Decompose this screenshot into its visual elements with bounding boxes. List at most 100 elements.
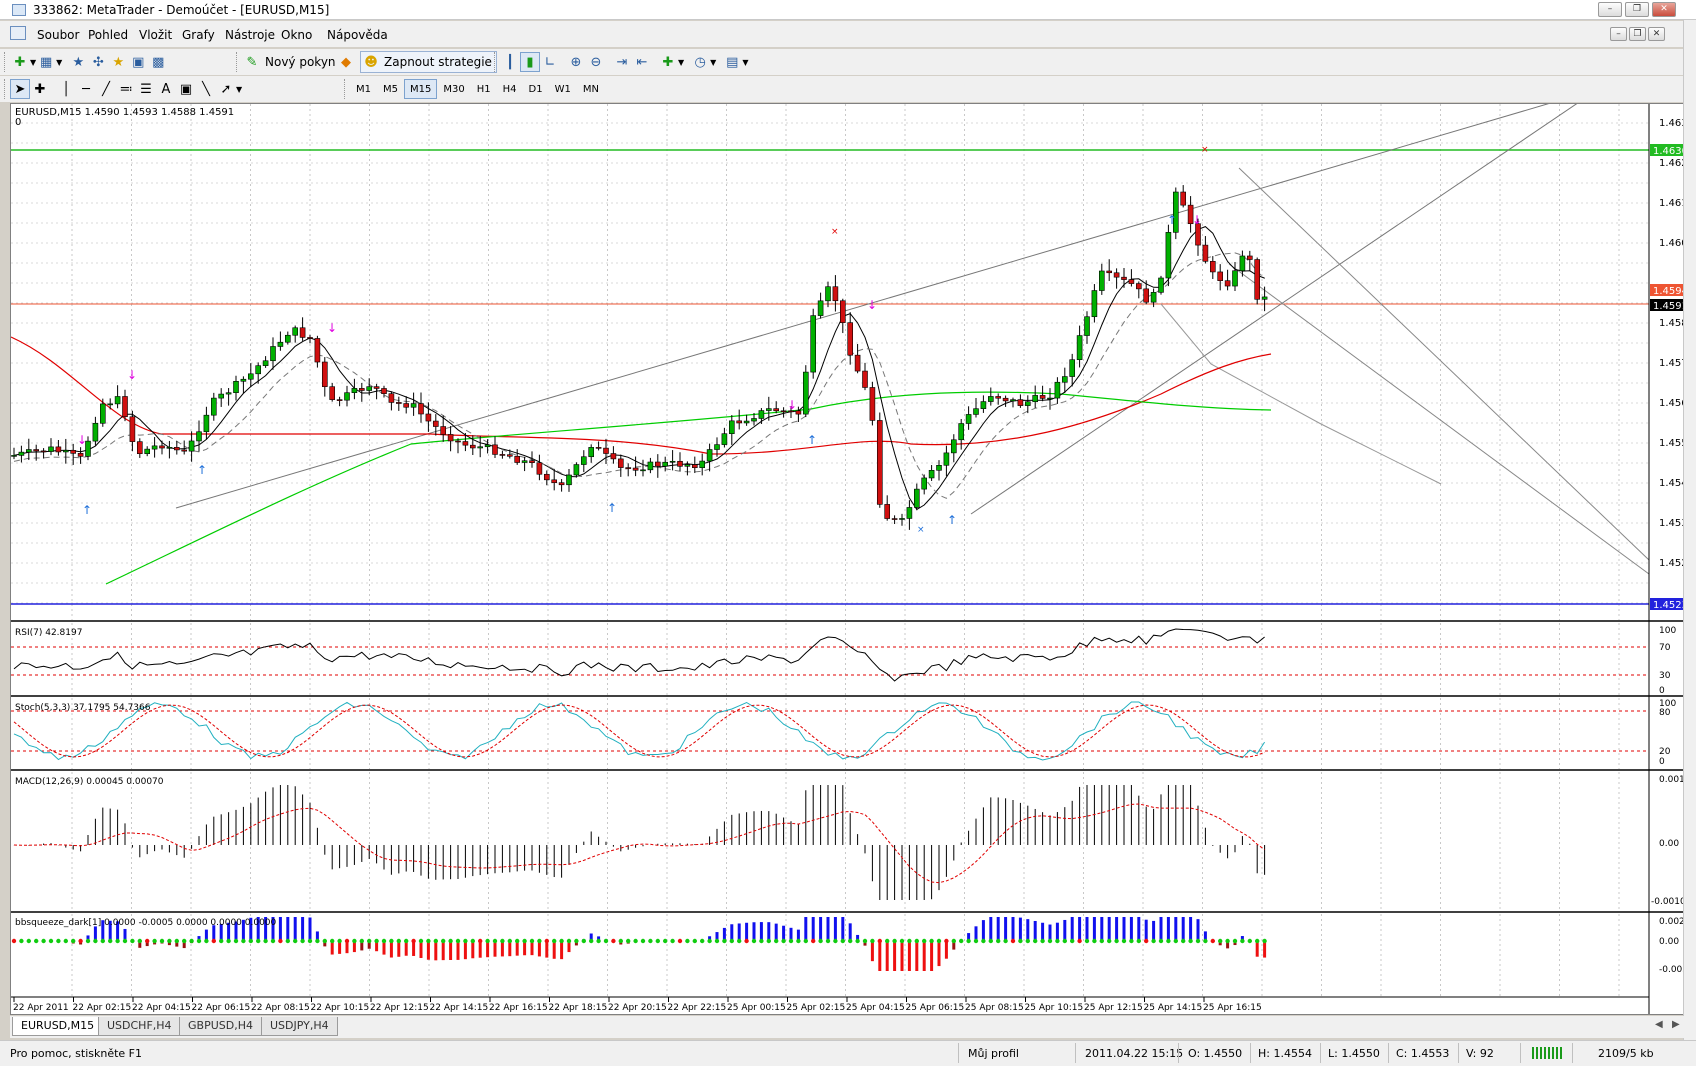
candle-body	[987, 396, 994, 402]
candle-body	[1254, 259, 1260, 300]
tf-h1[interactable]: H1	[471, 79, 497, 99]
bbsqueeze-dot	[1003, 938, 1008, 944]
menu-okno[interactable]: Okno	[281, 28, 312, 42]
candle-body	[1047, 397, 1053, 400]
bbs-level-zero: 0.00	[1659, 937, 1679, 947]
market-watch-icon[interactable]: ★	[68, 52, 88, 72]
tab-scroll-left-icon[interactable]: ◀	[1655, 1019, 1663, 1030]
candle-body	[1069, 359, 1075, 377]
tab-scroll-right-icon[interactable]: ▶	[1672, 1019, 1680, 1030]
bbsqueeze-dots	[11, 938, 1267, 944]
data-window-icon[interactable]: ✣	[88, 52, 108, 72]
tf-m30[interactable]: M30	[437, 79, 470, 99]
status-bar: Pro pomoc, stiskněte F1 Můj profil 2011.…	[0, 1040, 1696, 1066]
candle-body	[714, 444, 720, 450]
crosshair-icon[interactable]: ✚	[30, 79, 50, 99]
vertical-scrollbar[interactable]	[1683, 20, 1696, 1040]
close-icon[interactable]: ✕	[1652, 2, 1676, 17]
bbsqueeze-dot	[507, 938, 512, 944]
tab-usdchf-h4[interactable]: USDCHF,H4	[98, 1017, 181, 1036]
candle-body	[936, 465, 942, 471]
tf-m15[interactable]: M15	[404, 79, 438, 99]
indicators-icon[interactable]: ✚	[658, 52, 678, 72]
child-close-icon[interactable]: ✕	[1648, 27, 1665, 41]
menu-grafy[interactable]: Grafy	[182, 28, 215, 42]
standard-toolbar: ✚ ▼ ▦ ▼ ★ ✣ ★ ▣ ▩ ✎ Nový pokyn ◆ ☻ Zapnout…	[0, 49, 1696, 75]
window-title: 333862: MetaTrader - Demoúčet - [EURUSD,…	[33, 3, 330, 17]
toggle-strategies-button[interactable]: ☻ Zapnout strategie	[360, 51, 497, 73]
new-order-button[interactable]: ✎ Nový pokyn	[242, 51, 336, 73]
bbsqueeze-dot	[855, 938, 860, 944]
metaeditor-icon[interactable]: ◆	[336, 52, 356, 72]
tf-w1[interactable]: W1	[549, 79, 577, 99]
bbsqueeze-dot	[1188, 938, 1193, 944]
chart-canvas[interactable]: ↑ ↑ ↑ ↑ ↑ ↑ ↓ ↓ ↓ ↓ ↓ ↓ × × × EURUSD,M15 1.4590 1.4593…	[10, 93, 1694, 1014]
chart-shift-icon[interactable]: ⇤	[632, 52, 652, 72]
menu-soubor[interactable]: Soubor	[37, 28, 79, 42]
candle-body	[1210, 261, 1216, 273]
candle-body	[1150, 292, 1157, 303]
chart-window[interactable]: ↑ ↑ ↑ ↑ ↑ ↑ ↓ ↓ ↓ ↓ ↓ ↓ × × × EURUSD,M15 1.4590 1.4593…	[10, 93, 1694, 1015]
candle-body	[100, 403, 106, 424]
line-chart-icon[interactable]: ∟	[540, 52, 560, 72]
menu-nastroje[interactable]: Nástroje	[225, 28, 275, 42]
bbsqueeze-dot	[352, 938, 357, 944]
arrows-icon[interactable]: ➚	[216, 79, 236, 99]
auto-scroll-icon[interactable]: ⇥	[612, 52, 632, 72]
connection-indicator-icon[interactable]	[1532, 1047, 1562, 1059]
candle-body	[218, 393, 224, 399]
menu-napoveda[interactable]: Nápověda	[327, 28, 388, 42]
tf-d1[interactable]: D1	[523, 79, 549, 99]
candle-body	[1128, 279, 1135, 284]
zoom-in-icon[interactable]: ⊕	[566, 52, 586, 72]
equidistant-channel-icon[interactable]: ≕	[116, 79, 136, 99]
tf-h4[interactable]: H4	[497, 79, 523, 99]
candlestick-icon[interactable]: ▮	[520, 52, 540, 72]
new-chart-icon[interactable]: ✚	[10, 52, 30, 72]
horizontal-line-icon[interactable]: ─	[76, 79, 96, 99]
templates-icon[interactable]: ▤	[722, 52, 742, 72]
candle-body	[70, 450, 77, 454]
candle-body	[1239, 255, 1246, 272]
text-label-icon[interactable]: ▣	[176, 79, 196, 99]
child-restore-icon[interactable]: ❐	[1629, 27, 1646, 41]
cursor-icon[interactable]: ➤	[10, 79, 30, 99]
bbsqueeze-dot	[877, 938, 882, 944]
tab-gbpusd-h4[interactable]: GBPUSD,H4	[179, 1017, 262, 1036]
trendline-icon[interactable]: ╱	[96, 79, 116, 99]
candle-body	[1136, 283, 1142, 290]
menu-pohled[interactable]: Pohled	[88, 28, 128, 42]
fibonacci-icon[interactable]: ☰	[136, 79, 156, 99]
candle-body	[166, 447, 173, 449]
tab-eurusd-m15[interactable]: EURUSD,M15	[12, 1017, 104, 1036]
status-volume: V: 92	[1466, 1047, 1494, 1060]
fractal-down-arrow: ↓	[1192, 213, 1202, 227]
candle-body	[891, 518, 898, 520]
time-label: 25 Apr 04:15	[846, 1003, 905, 1013]
bbsqueeze-dot	[470, 938, 475, 944]
tf-m5[interactable]: M5	[377, 79, 404, 99]
status-profile[interactable]: Můj profil	[968, 1047, 1019, 1060]
periods-icon[interactable]: ◷	[690, 52, 710, 72]
text-icon[interactable]: A	[156, 79, 176, 99]
minimize-icon[interactable]: –	[1598, 2, 1622, 17]
tf-mn[interactable]: MN	[577, 79, 605, 99]
time-label: 22 Apr 10:15	[311, 1003, 370, 1013]
restore-icon[interactable]: ❐	[1625, 2, 1649, 17]
vertical-line-icon[interactable]: │	[56, 79, 76, 99]
profiles-icon[interactable]: ▦	[36, 52, 56, 72]
navigator-icon[interactable]: ★	[108, 52, 128, 72]
candle-body	[277, 341, 284, 347]
candle-body	[973, 408, 979, 415]
bbsqueeze-dot	[1240, 938, 1245, 944]
tab-usdjpy-h4[interactable]: USDJPY,H4	[261, 1017, 338, 1036]
child-minimize-icon[interactable]: –	[1610, 27, 1627, 41]
tf-m1[interactable]: M1	[350, 79, 377, 99]
bbsqueeze-dot	[914, 938, 919, 944]
gann-icon[interactable]: ╲	[196, 79, 216, 99]
strategy-tester-icon[interactable]: ▩	[148, 52, 168, 72]
menu-vlozit[interactable]: Vložit	[139, 28, 172, 42]
zoom-out-icon[interactable]: ⊖	[586, 52, 606, 72]
bar-chart-icon[interactable]: ┃	[500, 52, 520, 72]
terminal-icon[interactable]: ▣	[128, 52, 148, 72]
